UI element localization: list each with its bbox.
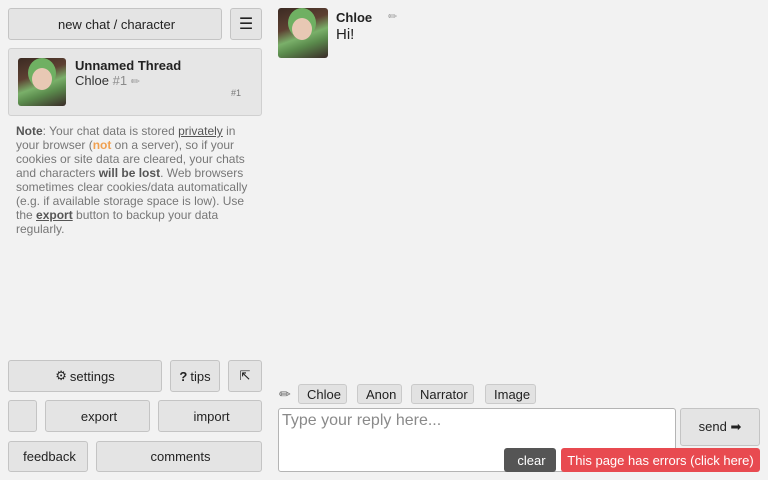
settings-button[interactable]: ⚙ settings <box>8 360 162 392</box>
message-avatar[interactable] <box>278 8 328 58</box>
thread-badge: #1 <box>231 88 241 98</box>
tips-button[interactable]: ? tips <box>170 360 220 392</box>
new-chat-button[interactable]: new chat / character <box>8 8 222 40</box>
edit-composer-icon[interactable]: ✏ <box>279 386 291 403</box>
message-text: Hi! <box>336 26 354 43</box>
thread-character-name: Chloe <box>75 73 109 88</box>
speaker-button-anon[interactable]: Anon <box>357 384 403 404</box>
new-chat-label: new chat / character <box>57 16 176 32</box>
errors-label: This page has errors (click here) <box>567 452 754 468</box>
clear-label: clear <box>517 452 546 468</box>
note-privately-link[interactable]: privately <box>178 124 223 138</box>
comments-button[interactable]: comments <box>96 441 262 472</box>
clear-button[interactable]: clear <box>504 448 556 472</box>
storage-note: Note: Your chat data is stored privately… <box>16 124 256 236</box>
speaker-label: Narrator <box>420 386 468 402</box>
export-button[interactable]: export <box>45 400 150 432</box>
thread-badge-number: #1 <box>230 88 241 98</box>
message-author: Chloe <box>336 10 373 25</box>
feedback-button[interactable]: feedback <box>8 441 88 472</box>
menu-icon: ☰ <box>238 16 254 33</box>
speaker-label: Chloe <box>307 386 341 402</box>
send-label: send ➡ <box>698 419 742 434</box>
import-button[interactable]: import <box>158 400 262 432</box>
export-label: export <box>80 408 118 424</box>
speaker-label: Anon <box>366 386 397 402</box>
speaker-label: Image <box>494 386 531 402</box>
chat-area: Chloe ✏ Hi! ✏ Chloe Anon Narrator Image … <box>270 0 768 480</box>
collapse-arrow-icon: ⇱ <box>239 368 251 383</box>
thread-character: Chloe #1 ✏ <box>75 73 140 88</box>
character-avatar <box>18 58 66 106</box>
thread-title: Unnamed Thread <box>75 58 182 73</box>
gear-icon: ⚙ <box>55 368 67 383</box>
fullscreen-button[interactable] <box>8 400 37 432</box>
note-not: not <box>92 138 112 152</box>
question-icon: ? <box>179 368 188 384</box>
message-text-content: Hi! <box>336 26 355 43</box>
thread-card[interactable]: Unnamed Thread Chloe #1 ✏ #1 <box>8 48 262 116</box>
speaker-button-image[interactable]: Image <box>485 384 537 404</box>
send-button[interactable]: send ➡ <box>680 408 760 446</box>
comments-label: comments <box>150 449 211 464</box>
note-will-be-lost: will be lost <box>98 166 161 180</box>
menu-button[interactable]: ☰ <box>230 8 262 40</box>
feedback-label: feedback <box>23 449 76 464</box>
sidebar: new chat / character ☰ Unnamed Thread Ch… <box>0 0 270 480</box>
note-export-link[interactable]: export <box>36 208 73 222</box>
note-text: : Your chat data is stored <box>42 124 179 138</box>
page-errors-button[interactable]: This page has errors (click here) <box>561 448 760 472</box>
speaker-button-narrator[interactable]: Narrator <box>411 384 474 404</box>
collapse-sidebar-button[interactable]: ⇱ <box>228 360 262 392</box>
speaker-button-chloe[interactable]: Chloe <box>298 384 347 404</box>
edit-message-icon[interactable]: ✏ <box>388 10 397 23</box>
settings-label: settings <box>69 368 115 384</box>
import-label: import <box>193 408 230 424</box>
edit-character-icon[interactable]: ✏ <box>131 76 140 88</box>
tips-label: tips <box>190 368 211 384</box>
thread-character-number: #1 <box>112 73 128 88</box>
note-label: Note <box>16 124 43 138</box>
